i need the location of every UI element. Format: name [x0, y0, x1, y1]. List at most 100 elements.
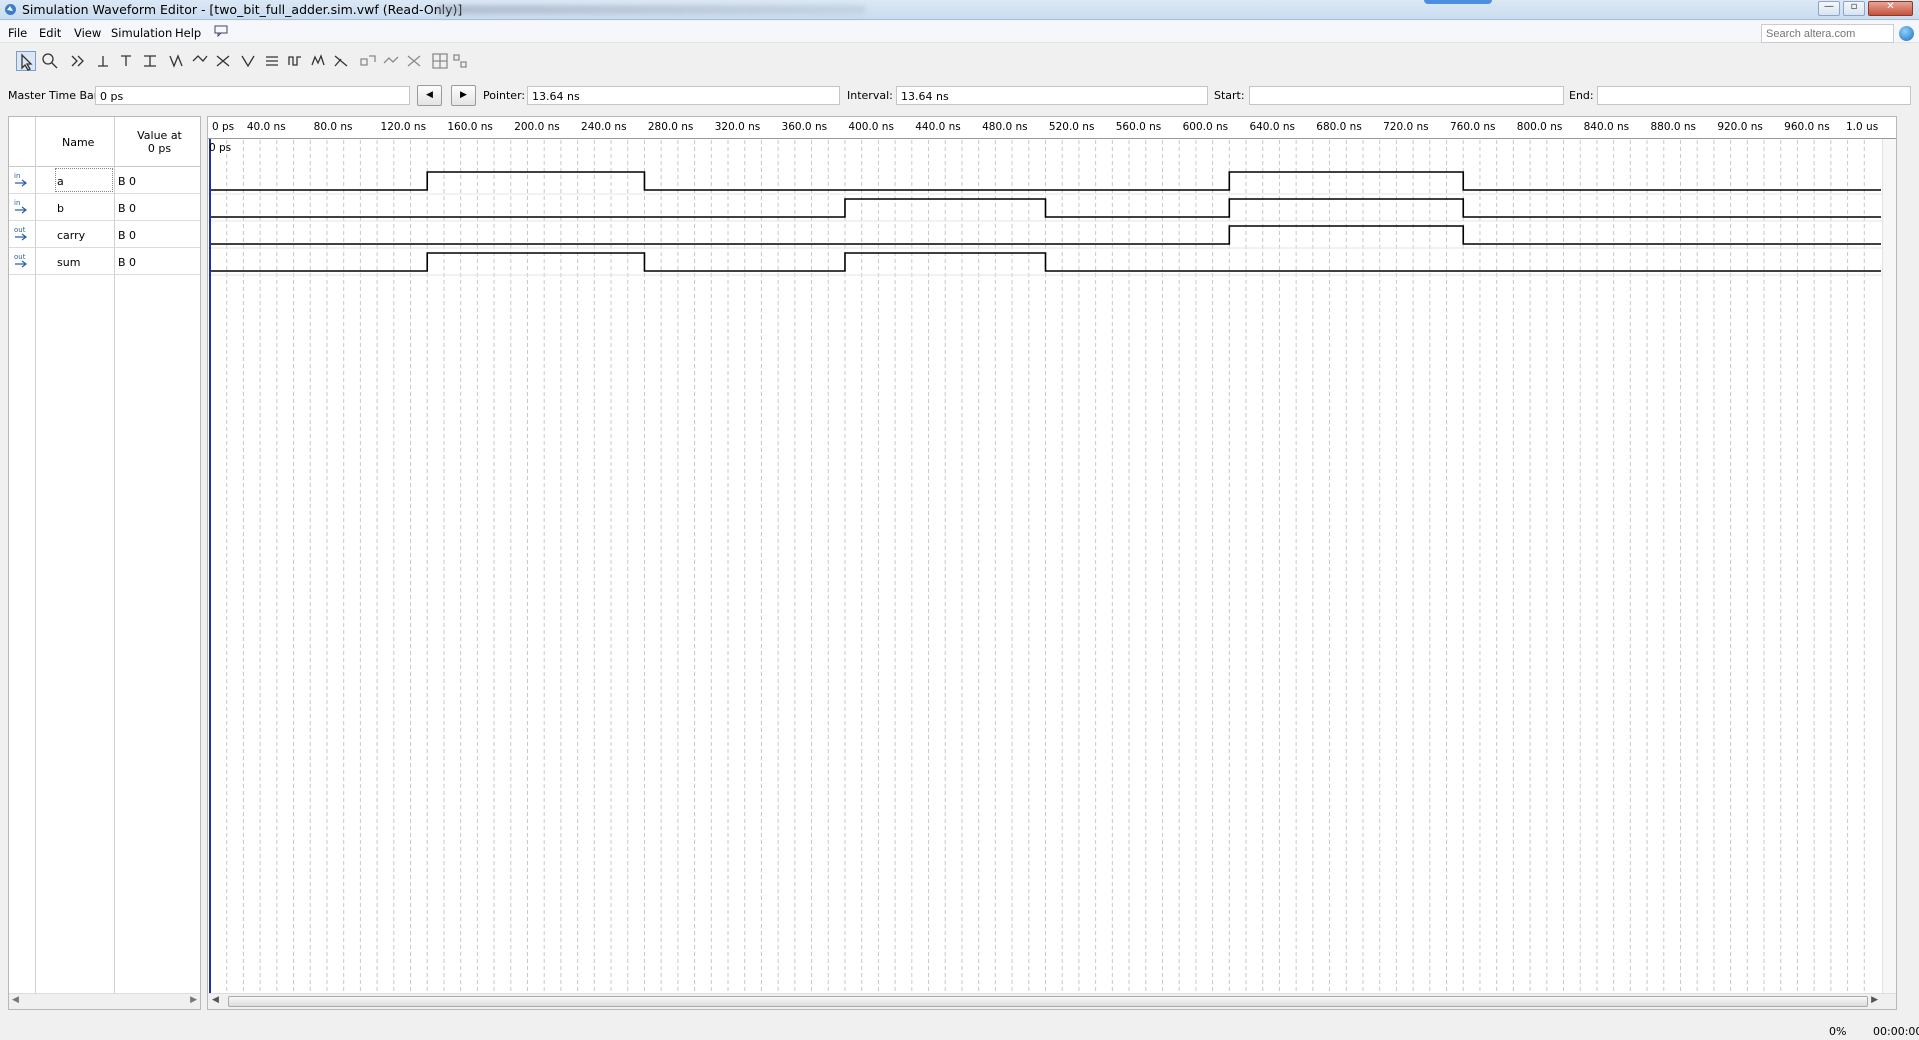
signal-row-a[interactable]: in a B 0 [9, 167, 200, 194]
ruler-tick-label: 800.0 ns [1516, 121, 1563, 133]
next-transition-button[interactable]: ▶ [451, 85, 476, 106]
high-impedance-icon[interactable] [140, 51, 160, 71]
minimize-button[interactable]: — [1818, 1, 1840, 16]
menu-simulation[interactable]: Simulation [111, 26, 172, 40]
zoom-tool-icon[interactable] [40, 51, 60, 71]
interval-label: Interval: [847, 89, 893, 102]
value-column-header[interactable]: Value at 0 ps [121, 129, 198, 155]
waveform-panel[interactable]: 0 ps 40.0 ns 80.0 ns 120.0 ns 160.0 ns 200.0 … [207, 116, 1897, 1010]
value-header-line2: 0 ps [147, 142, 172, 155]
globe-icon[interactable] [1899, 26, 1914, 41]
ruler-tick-label: 280.0 ns [647, 121, 694, 133]
elapsed-time: 00:00:00 [1873, 1025, 1919, 1038]
overwrite-icon[interactable] [331, 51, 351, 71]
menu-view[interactable]: View [74, 26, 101, 40]
forcing-high-icon[interactable] [116, 51, 136, 71]
ruler-tick-label: 720.0 ns [1383, 121, 1429, 133]
signal-row-carry[interactable]: out carry B 0 [9, 221, 200, 248]
value-header-line1: Value at [137, 129, 182, 142]
close-icon: ✕ [1886, 1, 1895, 12]
ruler-tick-label: 840.0 ns [1583, 121, 1630, 133]
svg-text:out: out [14, 226, 26, 234]
ruler-tick-label: 680.0 ns [1316, 121, 1362, 133]
ungroup-icon[interactable] [381, 51, 401, 71]
ruler-tick-label: 360.0 ns [781, 121, 828, 133]
master-time-bar-label: Master Time Bar: [8, 89, 102, 102]
waveform-canvas[interactable] [208, 117, 1896, 1009]
forcing-low-icon[interactable] [93, 51, 113, 71]
maximize-icon: ▫ [1850, 1, 1858, 12]
signal-row-b[interactable]: in b B 0 [9, 194, 200, 221]
waveform-a [210, 171, 1881, 191]
scroll-left-icon[interactable]: ◀ [12, 995, 19, 1005]
maximize-button[interactable]: ▫ [1843, 1, 1865, 16]
signal-list-header: Name Value at 0 ps [9, 117, 200, 167]
ruler-tick-label: 560.0 ns [1115, 121, 1162, 133]
master-time-bar-field[interactable]: 0 ps [95, 86, 410, 105]
minimize-icon: — [1824, 1, 1834, 12]
end-field[interactable] [1597, 86, 1911, 105]
search-input[interactable] [1761, 24, 1894, 43]
pointer-label: Pointer: [483, 89, 526, 102]
pointer-field: 13.64 ns [527, 86, 840, 105]
ruler-tick-label: 480.0 ns [982, 121, 1028, 133]
signal-row-sum[interactable]: out sum B 0 [9, 248, 200, 275]
input-pin-icon: in [14, 199, 27, 214]
ruler-tick-label: 240.0 ns [581, 121, 627, 133]
clock-icon[interactable] [285, 51, 305, 71]
ruler-tick-label: 640.0 ns [1249, 121, 1295, 133]
hscroll-thumb[interactable] [228, 996, 1868, 1007]
waveform-settings-icon[interactable] [450, 51, 470, 71]
ruler-tick-label: 960.0 ns [1784, 121, 1830, 133]
status-bar: 0% 00:00:00 [0, 1018, 1919, 1040]
menu-help[interactable]: Help [175, 26, 201, 40]
svg-text:in: in [14, 199, 20, 207]
time-ruler[interactable]: 0 ps 40.0 ns 80.0 ns 120.0 ns 160.0 ns 200.0 … [208, 117, 1896, 139]
title-bar: Simulation Waveform Editor - [two_bit_fu… [0, 0, 1919, 20]
scroll-left-icon[interactable]: ◀ [212, 995, 219, 1005]
scroll-right-icon[interactable]: ▶ [1871, 995, 1878, 1005]
prev-transition-button[interactable]: ◀ [417, 85, 442, 106]
waveform-vscrollbar[interactable] [1882, 139, 1896, 1007]
input-pin-icon: in [14, 172, 27, 187]
ruler-tick-label: 40.0 ns [246, 121, 286, 133]
invert-icon[interactable] [238, 51, 258, 71]
selection-tool-icon[interactable] [16, 51, 36, 71]
ruler-tick-label: 520.0 ns [1048, 121, 1095, 133]
count-value-icon[interactable] [262, 51, 282, 71]
signal-name: b [57, 202, 64, 215]
signal-list-hscrollbar[interactable]: ◀ ▶ [9, 993, 200, 1009]
signal-name: carry [57, 229, 86, 242]
window-title: Simulation Waveform Editor - [two_bit_fu… [22, 2, 463, 17]
arbitrary-value-icon[interactable] [404, 51, 424, 71]
group-icon[interactable] [358, 51, 378, 71]
output-pin-icon: out [14, 253, 27, 268]
ruler-tick-label: 200.0 ns [514, 121, 560, 133]
ruler-tick-label: 400.0 ns [848, 121, 894, 133]
waveform-b [210, 198, 1881, 218]
close-button[interactable]: ✕ [1868, 1, 1913, 16]
weak-low-icon[interactable] [166, 51, 186, 71]
menu-edit[interactable]: Edit [39, 26, 61, 40]
start-field[interactable] [1249, 86, 1564, 105]
random-value-icon[interactable] [308, 51, 328, 71]
menu-bar: File Edit View Simulation Help [0, 21, 1919, 43]
signal-value: B 0 [118, 202, 137, 215]
svg-text:out: out [14, 253, 26, 261]
end-label: End: [1569, 89, 1594, 102]
snap-grid-icon[interactable] [430, 51, 450, 71]
ruler-tick-label: 120.0 ns [380, 121, 427, 133]
dont-care-icon[interactable] [213, 51, 233, 71]
scroll-right-icon[interactable]: ▶ [190, 995, 197, 1005]
name-column-header[interactable]: Name [62, 136, 94, 149]
menu-file[interactable]: File [8, 26, 27, 40]
forcing-unknown-icon[interactable] [68, 51, 88, 71]
start-label: Start: [1214, 89, 1245, 102]
weak-high-icon[interactable] [190, 51, 210, 71]
ruler-tick-label: 760.0 ns [1449, 121, 1496, 133]
signal-value: B 0 [118, 175, 137, 188]
signal-list-panel: Name Value at 0 ps in a B 0 in b B 0 out carry B… [8, 116, 201, 1010]
signal-value: B 0 [118, 256, 137, 269]
feedback-icon[interactable] [214, 25, 228, 37]
waveform-hscrollbar[interactable]: ◀ ▶ [208, 993, 1896, 1009]
